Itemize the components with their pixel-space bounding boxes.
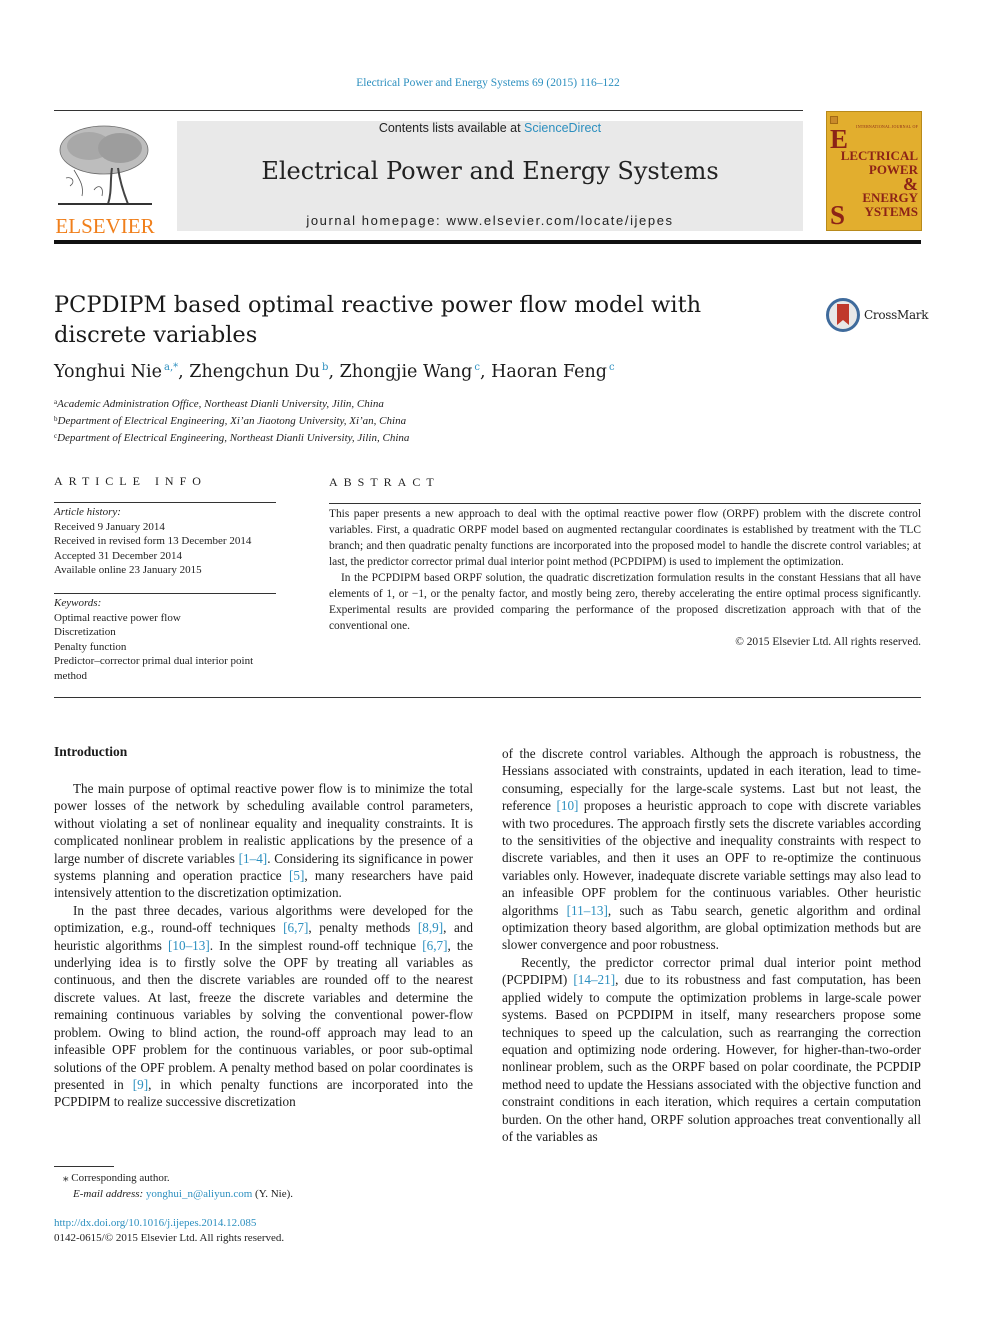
article-info-heading: ARTICLE INFO xyxy=(54,474,207,488)
history-label: Article history: xyxy=(54,506,121,518)
section-heading-introduction: Introduction xyxy=(54,744,128,759)
keyword: Predictor–corrector primal dual interior… xyxy=(54,655,254,682)
author-affiliation-marker[interactable]: a,* xyxy=(164,362,178,373)
divider xyxy=(329,503,921,504)
citation-link[interactable]: [6,7] xyxy=(422,938,447,953)
abstract-paragraph: This paper presents a new approach to de… xyxy=(329,508,921,568)
email-note: E-mail address: yonghui_n@aliyun.com (Y.… xyxy=(73,1188,294,1200)
crossmark-icon xyxy=(826,298,860,332)
author-name[interactable]: Zhongjie Wang xyxy=(340,362,473,382)
citation-link[interactable]: [11–13] xyxy=(567,903,608,918)
abstract-heading: ABSTRACT xyxy=(329,475,440,489)
author-affiliation-marker[interactable]: c xyxy=(609,362,615,373)
cover-line-systems: S YSTEMS xyxy=(830,200,918,230)
divider xyxy=(54,502,276,503)
article-history: Article history: Received 9 January 2014… xyxy=(54,505,284,578)
author-affiliation-marker[interactable]: b xyxy=(322,362,328,373)
footnote-rule xyxy=(54,1166,114,1167)
keywords-label: Keywords: xyxy=(54,597,102,609)
divider xyxy=(54,593,276,594)
divider xyxy=(54,697,921,698)
journal-homepage-link[interactable]: journal homepage: www.elsevier.com/locat… xyxy=(177,213,803,228)
citation-link[interactable]: [8,9] xyxy=(418,920,443,935)
history-item: Available online 23 January 2015 xyxy=(54,564,202,576)
cover-publisher-badge-icon xyxy=(830,116,838,124)
contents-prefix: Contents lists available at xyxy=(378,121,525,135)
citation-link[interactable]: [1–4] xyxy=(239,851,268,866)
history-item: Accepted 31 December 2014 xyxy=(54,549,182,562)
issn-copyright: 0142-0615/© 2015 Elsevier Ltd. All right… xyxy=(54,1232,285,1244)
history-item: Received 9 January 2014 xyxy=(54,520,165,533)
affiliation-list: aAcademic Administration Office, Northea… xyxy=(54,395,409,446)
cover-line-electrical: E LECTRICAL xyxy=(830,124,918,163)
abstract-copyright: © 2015 Elsevier Ltd. All rights reserved… xyxy=(735,636,921,648)
author-name[interactable]: Yonghui Nie xyxy=(54,362,162,382)
journal-reference-link[interactable]: Electrical Power and Energy Systems 69 (… xyxy=(0,77,976,89)
elsevier-wordmark: ELSEVIER xyxy=(55,214,155,238)
journal-title: Electrical Power and Energy Systems xyxy=(261,157,719,185)
crossmark-label: CrossMark xyxy=(864,308,929,322)
citation-link[interactable]: [6,7] xyxy=(283,920,308,935)
affiliation: aAcademic Administration Office, Northea… xyxy=(54,398,384,410)
citation-link[interactable]: [10] xyxy=(556,798,578,813)
email-link[interactable]: yonghui_n@aliyun.com xyxy=(146,1188,252,1200)
journal-header-box: Contents lists available at ScienceDirec… xyxy=(177,121,803,231)
elsevier-tree-icon xyxy=(58,125,152,205)
body-column-left: The main purpose of optimal reactive pow… xyxy=(54,780,473,1111)
cover-line-ampersand: & xyxy=(903,174,918,194)
keyword: Optimal reactive power flow xyxy=(54,611,181,624)
body-paragraph: of the discrete control variables. Altho… xyxy=(502,746,921,953)
elsevier-logo[interactable]: ELSEVIER xyxy=(54,120,156,237)
doi-block: http://dx.doi.org/10.1016/j.ijepes.2014.… xyxy=(54,1216,284,1246)
corresponding-author-note: ⁎ Corresponding author. xyxy=(63,1172,170,1184)
body-paragraph: In the past three decades, various algor… xyxy=(54,902,473,1110)
citation-link[interactable]: [10–13] xyxy=(168,938,210,953)
contents-available-line: Contents lists available at ScienceDirec… xyxy=(177,121,803,135)
affiliation: bDepartment of Electrical Engineering, X… xyxy=(54,415,407,427)
body-paragraph: Recently, the predictor corrector primal… xyxy=(502,954,921,1144)
citation-link[interactable]: [14–21] xyxy=(573,972,615,987)
keyword: Discretization xyxy=(54,626,116,638)
sciencedirect-link[interactable]: ScienceDirect xyxy=(524,121,601,135)
keywords: Keywords: Optimal reactive power flow Di… xyxy=(54,596,284,683)
abstract-paragraph: In the PCPDIPM based ORPF solution, the … xyxy=(329,572,921,632)
citation-link[interactable]: [9] xyxy=(133,1077,148,1092)
journal-cover-image[interactable]: INTERNATIONAL JOURNAL OF E LECTRICAL POWE… xyxy=(826,111,922,231)
citation-link[interactable]: [5] xyxy=(289,868,304,883)
header-thick-rule xyxy=(54,240,921,244)
author-name[interactable]: Zhengchun Du xyxy=(189,362,320,382)
history-item: Received in revised form 13 December 201… xyxy=(54,535,252,547)
author-name[interactable]: Haoran Feng xyxy=(491,362,607,382)
keyword: Penalty function xyxy=(54,640,127,653)
footnote-star-icon: ⁎ xyxy=(63,1172,69,1184)
doi-link[interactable]: http://dx.doi.org/10.1016/j.ijepes.2014.… xyxy=(54,1217,256,1229)
affiliation: cDepartment of Electrical Engineering, N… xyxy=(54,432,410,444)
author-list: Yonghui Nie a,*, Zhengchun Du b, Zhongjie … xyxy=(54,362,615,382)
author-affiliation-marker[interactable]: c xyxy=(474,362,480,373)
body-column-right: of the discrete control variables. Altho… xyxy=(502,745,921,1145)
body-paragraph: The main purpose of optimal reactive pow… xyxy=(54,781,474,901)
footnotes: ⁎ Corresponding author. E-mail address: … xyxy=(63,1170,293,1202)
article-title: PCPDIPM based optimal reactive power flo… xyxy=(54,292,702,348)
abstract-body: This paper presents a new approach to de… xyxy=(329,506,921,650)
header-top-rule xyxy=(54,110,803,111)
crossmark-button[interactable]: CrossMark xyxy=(826,298,929,334)
